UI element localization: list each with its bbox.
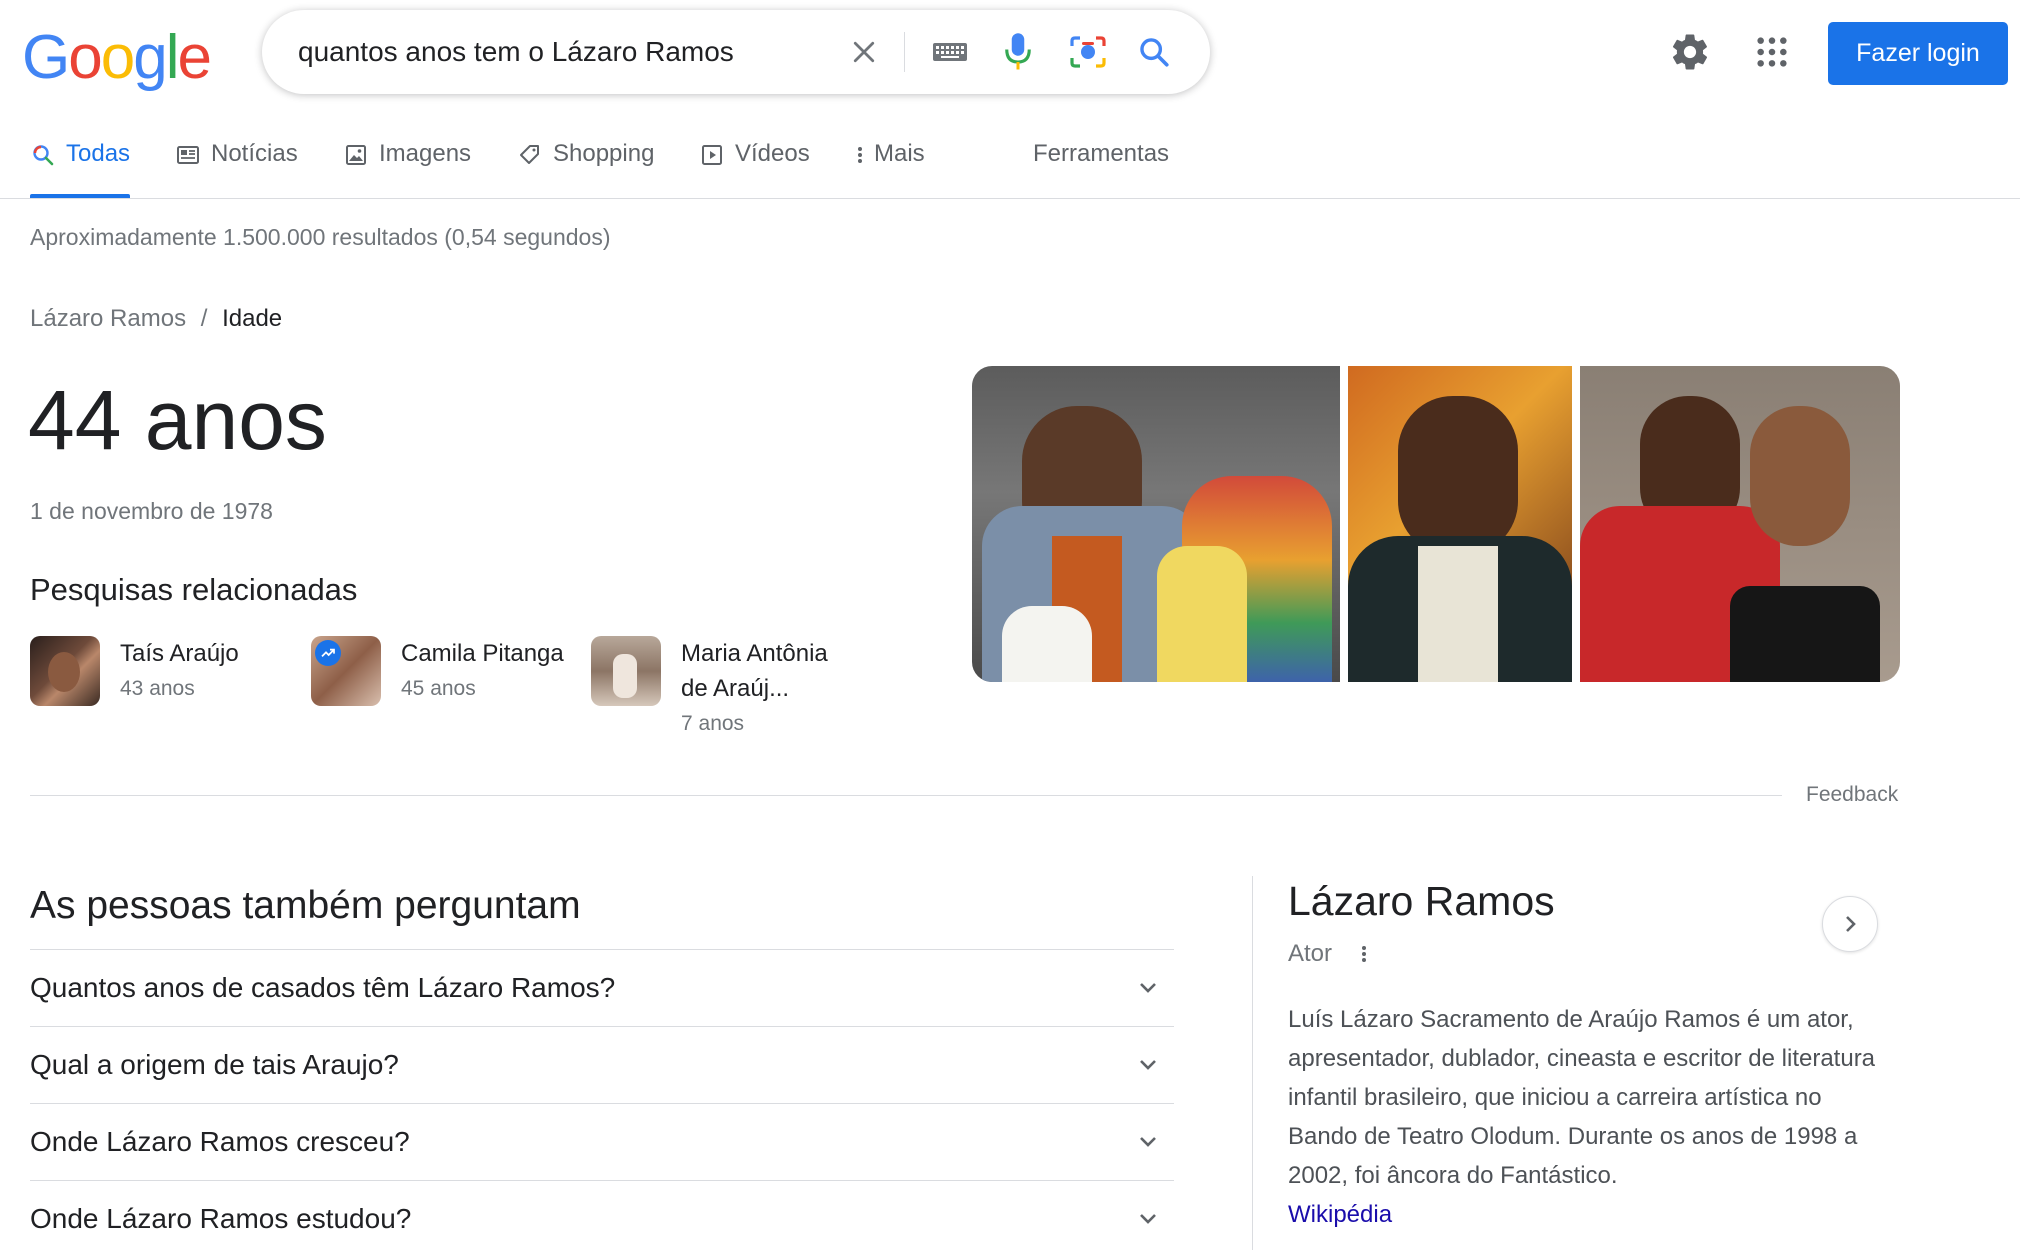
related-age: 7 anos (681, 712, 745, 735)
search-box[interactable] (262, 10, 1210, 94)
search-divider (904, 32, 905, 72)
breadcrumb-entity[interactable]: Lázaro Ramos (30, 305, 186, 332)
logo-letter: G (22, 23, 70, 92)
clear-icon[interactable] (840, 28, 888, 76)
tab-noticias[interactable]: Notícias (175, 140, 298, 198)
knowledge-panel-description: Luís Lázaro Sacramento de Araújo Ramos é… (1288, 1000, 1888, 1234)
tab-imagens[interactable]: Imagens (343, 140, 471, 198)
related-item[interactable]: Taís Araújo 43 anos (30, 636, 290, 706)
paa-question-text: Onde Lázaro Ramos cresceu? (30, 1126, 410, 1157)
paa-question-text: Qual a origem de tais Araujo? (30, 1049, 399, 1080)
camera-lens-icon[interactable] (1064, 28, 1112, 76)
trending-icon (315, 640, 341, 666)
related-item[interactable]: Camila Pitanga 45 anos (311, 636, 571, 706)
logo-letter: e (177, 23, 212, 92)
search-input[interactable] (298, 32, 838, 72)
paa-question-text: Quantos anos de casados têm Lázaro Ramos… (30, 972, 616, 1003)
tab-label: Ferramentas (1033, 140, 1170, 167)
logo-letter: g (133, 23, 168, 92)
gallery-image[interactable] (972, 366, 1340, 682)
logo-letter: o (100, 23, 136, 92)
tab-shopping[interactable]: Shopping (517, 140, 654, 198)
related-thumbnail (30, 636, 100, 706)
paa-question-text: Onde Lázaro Ramos estudou? (30, 1203, 412, 1234)
paa-question[interactable]: Quantos anos de casados têm Lázaro Ramos… (30, 949, 1174, 1026)
paa-question[interactable]: Onde Lázaro Ramos cresceu? (30, 1103, 1174, 1180)
more-vertical-icon (852, 142, 868, 168)
tag-icon (517, 142, 543, 168)
gallery-image[interactable] (1348, 366, 1572, 682)
chevron-down-icon (1130, 1124, 1166, 1160)
section-divider (30, 795, 1782, 796)
tab-label: Mais (874, 140, 925, 167)
people-also-ask-title: As pessoas também perguntam (30, 884, 581, 927)
news-icon (175, 142, 201, 168)
more-vertical-icon[interactable] (1352, 940, 1376, 968)
knowledge-panel-border (1252, 876, 1253, 1250)
knowledge-panel-subtitle: Ator (1288, 940, 1376, 968)
paa-question[interactable]: Qual a origem de tais Araujo? (30, 1026, 1174, 1103)
tab-videos[interactable]: Vídeos (699, 140, 810, 198)
tab-todas[interactable]: Todas (30, 140, 131, 198)
related-thumbnail (311, 636, 381, 706)
tab-label: Shopping (553, 140, 655, 167)
paa-question[interactable]: Onde Lázaro Ramos estudou? (30, 1180, 1174, 1250)
gallery-image[interactable] (1580, 366, 1900, 682)
google-logo[interactable]: Google (22, 22, 212, 93)
chevron-down-icon (1130, 1047, 1166, 1083)
related-thumbnail (591, 636, 661, 706)
related-name: Maria Antônia de Araúj... (681, 640, 828, 702)
breadcrumb: Lázaro Ramos / Idade (30, 305, 282, 333)
description-text: Luís Lázaro Sacramento de Araújo Ramos é… (1288, 1006, 1876, 1189)
image-gallery (972, 366, 1900, 682)
chevron-right-icon[interactable] (1822, 896, 1878, 952)
results-count: Aproximadamente 1.500.000 resultados (0,… (30, 224, 611, 250)
knowledge-panel-type: Ator (1288, 940, 1333, 967)
logo-letter: o (68, 23, 103, 92)
related-item[interactable]: Maria Antônia de Araúj... 7 anos (591, 636, 861, 741)
tab-label: Notícias (211, 140, 298, 167)
tabs-divider (0, 198, 2020, 199)
wikipedia-link[interactable]: Wikipédia (1288, 1201, 1392, 1228)
related-name: Taís Araújo (120, 640, 239, 667)
feedback-link[interactable]: Feedback (1806, 783, 1898, 807)
related-age: 43 anos (120, 677, 195, 700)
chevron-down-icon (1130, 970, 1166, 1006)
chevron-down-icon (1130, 1201, 1166, 1237)
breadcrumb-attribute: Idade (222, 305, 283, 332)
keyboard-icon[interactable] (926, 28, 974, 76)
settings-gear-icon[interactable] (1666, 28, 1714, 76)
play-icon (699, 142, 725, 168)
microphone-icon[interactable] (994, 28, 1042, 76)
logo-letter: l (165, 23, 180, 92)
related-age: 45 anos (401, 677, 476, 700)
search-icon[interactable] (1130, 28, 1178, 76)
date-of-birth: 1 de novembro de 1978 (30, 498, 273, 524)
login-button[interactable]: Fazer login (1828, 22, 2008, 85)
tab-label: Imagens (379, 140, 472, 167)
related-name: Camila Pitanga (401, 640, 564, 667)
tab-label: Todas (66, 140, 131, 167)
breadcrumb-separator: / (200, 305, 208, 332)
tab-label: Vídeos (735, 140, 810, 167)
knowledge-panel-title: Lázaro Ramos (1288, 878, 1555, 924)
tab-ferramentas[interactable]: Ferramentas (1033, 140, 1169, 198)
tab-mais[interactable]: Mais (852, 140, 925, 198)
search-icon (30, 142, 56, 168)
related-searches-title: Pesquisas relacionadas (30, 572, 358, 607)
apps-grid-icon[interactable] (1748, 28, 1796, 76)
answer-age: 44 anos (28, 373, 327, 467)
image-icon (343, 142, 369, 168)
